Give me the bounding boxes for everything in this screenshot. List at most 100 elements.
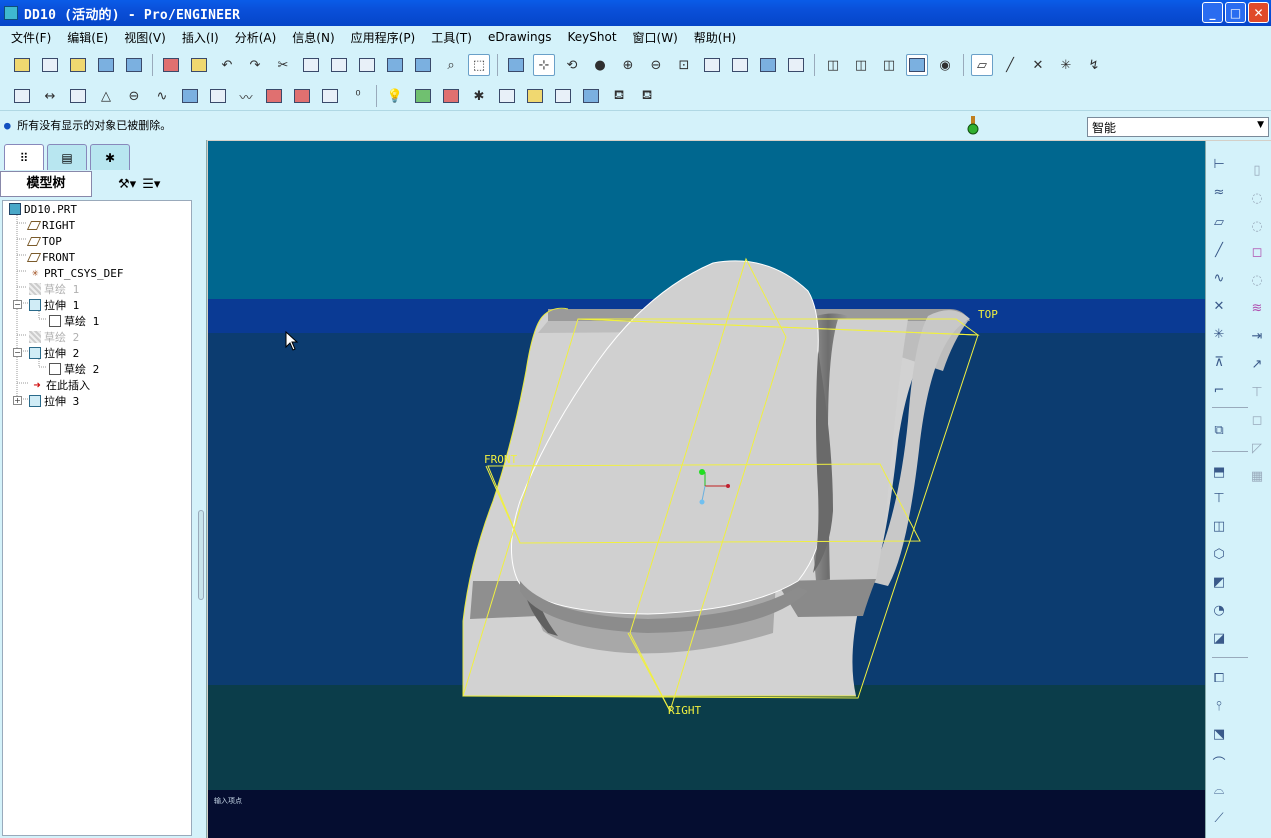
tab-model-tree[interactable]: ⠿ [4,144,44,170]
tree-node-extrude1-sketch[interactable]: 草绘 1 [49,313,99,329]
decal-icon[interactable] [552,85,574,107]
draft-analysis-icon[interactable] [291,85,313,107]
annotation-feature-icon[interactable]: ⌐ [1208,379,1230,401]
expand-toggle[interactable]: − [13,348,22,357]
csys-display-icon[interactable]: ✳ [1055,54,1077,76]
datum-label-top[interactable]: TOP [978,308,998,321]
undo-icon[interactable]: ↶ [216,54,238,76]
csys-tool-icon[interactable]: ✳ [1208,323,1230,345]
revolve-tool-icon[interactable]: ⊤ [1208,487,1230,509]
curve-analysis-icon[interactable]: ∿ [151,85,173,107]
chamfer-tool-icon[interactable]: ◪ [1208,627,1230,649]
datum-axis-tool-icon[interactable]: ╱ [1208,239,1230,261]
tree-settings-icon[interactable]: ⚒▾ [118,177,136,192]
tree-node-sketch2[interactable]: 草绘 2 [29,329,79,345]
room-editor-icon[interactable] [412,85,434,107]
datum-label-right[interactable]: RIGHT [668,704,701,717]
edit-param-icon[interactable]: ⇥ [1246,325,1268,347]
analysis-feature-icon[interactable]: ⊼ [1208,351,1230,373]
tree-node-extrude1[interactable]: 拉伸 1 [29,297,79,313]
style-tool-icon[interactable]: ◻ [1246,241,1268,263]
tree-node-part[interactable]: DD10.PRT [9,201,77,217]
menu-applications[interactable]: 应用程序(P) [343,29,424,46]
tree-node-csys[interactable]: ✳ PRT_CSYS_DEF [29,265,124,281]
section-analysis-icon[interactable] [207,85,229,107]
menu-window[interactable]: 窗口(W) [625,29,686,46]
maximize-button[interactable]: □ [1225,2,1246,23]
repaint-icon[interactable] [505,54,527,76]
tab-folder-browser[interactable]: ▤ [47,144,87,170]
paste-special-icon[interactable] [356,54,378,76]
paste-icon[interactable] [328,54,350,76]
save-icon[interactable] [95,54,117,76]
close-button[interactable]: ✕ [1248,2,1269,23]
saved-views-icon[interactable] [729,54,751,76]
sketch-tool-icon[interactable]: ⊢ [1208,153,1230,175]
wireframe-icon[interactable]: ◫ [822,54,844,76]
merge-tool-icon[interactable]: ⬔ [1208,723,1230,745]
round-tool-icon[interactable]: ◔ [1208,599,1230,621]
menu-tools[interactable]: 工具(T) [423,29,480,46]
scene-icon[interactable] [496,85,518,107]
regenerate-icon[interactable] [384,54,406,76]
menu-help[interactable]: 帮助(H) [686,29,744,46]
photolux-teapot-icon[interactable]: ⛾ [636,85,658,107]
tree-node-extrude2-sketch[interactable]: 草绘 2 [49,361,99,377]
extrude-tool-icon[interactable]: ⬒ [1208,461,1230,483]
datum-plane-display-icon[interactable]: ▱ [971,54,993,76]
redo-icon[interactable]: ↷ [244,54,266,76]
angle-icon[interactable]: △ [95,85,117,107]
view-manager-icon[interactable] [785,54,807,76]
spin-center-icon[interactable]: ⊹ [533,54,555,76]
datum-curve-icon[interactable]: ≈ [1208,181,1230,203]
keyshot-teapot-icon[interactable]: ⛾ [608,85,630,107]
menu-insert[interactable]: 插入(I) [174,29,227,46]
expand-toggle[interactable]: + [13,396,22,405]
orient-mode-icon[interactable]: ⟲ [561,54,583,76]
warp-tool-icon[interactable]: ↗ [1246,353,1268,375]
datum-point-tool-icon[interactable]: ✕ [1208,295,1230,317]
menu-view[interactable]: 视图(V) [116,29,174,46]
edit-definition-icon[interactable] [188,54,210,76]
save-copy-icon[interactable] [123,54,145,76]
tree-node-extrude2[interactable]: 拉伸 2 [29,345,79,361]
datum-axis-display-icon[interactable]: ╱ [999,54,1021,76]
extend-tool-icon[interactable]: ⌓ [1208,779,1230,801]
tree-node-insert-here[interactable]: ➜ 在此插入 [31,377,90,393]
reflection-icon[interactable] [319,85,341,107]
render-settings-icon[interactable]: ✱ [468,85,490,107]
selection-filter-select[interactable]: 智能 ▼ [1087,117,1269,137]
mass-properties-icon[interactable] [179,85,201,107]
texture-icon[interactable] [524,85,546,107]
freestyle-tool-icon[interactable]: ≋ [1246,297,1268,319]
sweep-tool-icon[interactable]: ◫ [1208,515,1230,537]
zoom-in-icon[interactable]: ⊕ [617,54,639,76]
expand-toggle[interactable]: − [13,300,22,309]
regenerate-manager-icon[interactable] [412,54,434,76]
saved-analysis-icon[interactable]: ⁰ [347,85,369,107]
no-hidden-icon[interactable]: ◫ [878,54,900,76]
appearance-icon[interactable]: ● [589,54,611,76]
render-region-icon[interactable] [580,85,602,107]
datum-label-front[interactable]: FRONT [484,453,517,466]
shading-icon[interactable] [906,54,928,76]
layers-icon[interactable] [757,54,779,76]
tree-node-top[interactable]: TOP [26,233,62,249]
menu-keyshot[interactable]: KeyShot [560,30,625,44]
model-tree-title[interactable]: 模型树 [0,171,92,197]
area-icon[interactable] [67,85,89,107]
thicken-tool-icon[interactable]: ⟋ [1208,807,1230,829]
enhanced-realism-icon[interactable]: ◉ [934,54,956,76]
measure-icon[interactable] [11,85,33,107]
sketched-curve-icon[interactable]: ∿ [1208,267,1230,289]
cut-icon[interactable]: ✂ [272,54,294,76]
tree-node-right[interactable]: RIGHT [26,217,75,233]
menu-edit[interactable]: 编辑(E) [59,29,116,46]
offset-tool-icon[interactable]: ⧠ [1208,667,1230,689]
annotation-display-icon[interactable]: ↯ [1083,54,1105,76]
refit-icon[interactable]: ⊡ [673,54,695,76]
copy-icon[interactable] [300,54,322,76]
selection-box-icon[interactable]: ⬚ [468,54,490,76]
menu-edrawings[interactable]: eDrawings [480,30,560,44]
menu-info[interactable]: 信息(N) [284,29,342,46]
